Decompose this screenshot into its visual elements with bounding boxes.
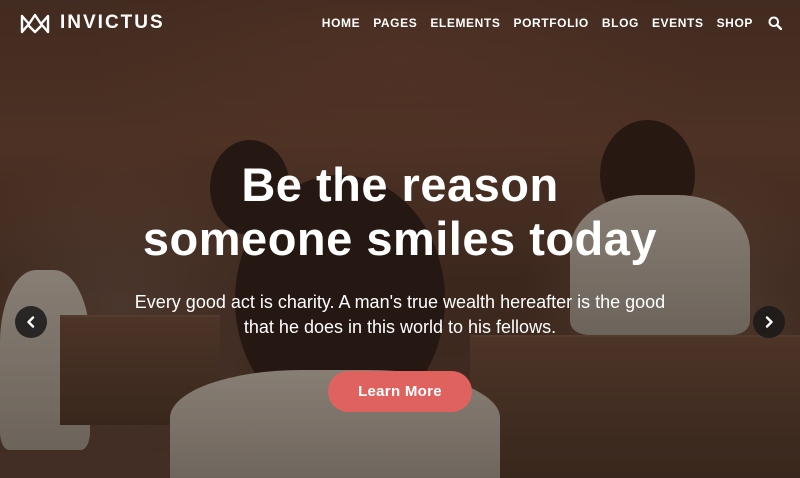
hero-subtext: Every good act is charity. A man's true … — [90, 290, 710, 340]
hero-headline-line2: someone smiles today — [142, 212, 658, 265]
slider-next-button[interactable] — [753, 306, 785, 338]
hero-subtext-line1: Every good act is charity. A man's true … — [134, 292, 666, 312]
learn-more-button[interactable]: Learn More — [328, 371, 472, 412]
hero-headline-line1: Be the reason — [241, 158, 559, 211]
slider-prev-button[interactable] — [15, 306, 47, 338]
chevron-right-icon — [765, 316, 773, 328]
hero-section: Be the reason someone smiles today Every… — [0, 0, 800, 478]
chevron-left-icon — [27, 316, 35, 328]
hero-subtext-line2: that he does in this world to his fellow… — [243, 317, 557, 337]
